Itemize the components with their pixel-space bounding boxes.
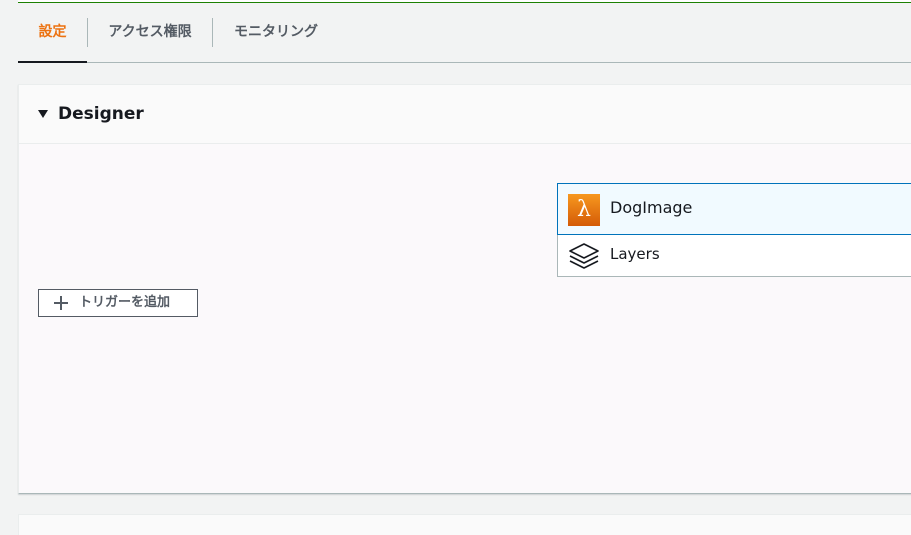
tab-monitoring[interactable]: モニタリング bbox=[213, 3, 339, 62]
designer-panel-header[interactable]: Designer bbox=[19, 85, 911, 144]
next-panel bbox=[18, 514, 911, 535]
designer-panel: Designer トリガーを追加 λ DogImage Layers bbox=[18, 84, 911, 494]
function-name: DogImage bbox=[610, 198, 693, 217]
layers-icon bbox=[569, 243, 599, 269]
lambda-icon: λ bbox=[568, 194, 600, 226]
layers-row[interactable]: Layers bbox=[558, 236, 911, 276]
tab-settings[interactable]: 設定 bbox=[18, 3, 87, 63]
function-card: λ DogImage Layers bbox=[557, 183, 911, 277]
plus-icon bbox=[54, 296, 68, 310]
add-trigger-label: トリガーを追加 bbox=[79, 295, 171, 310]
add-trigger-button[interactable]: トリガーを追加 bbox=[38, 289, 198, 317]
tab-bar: 設定 アクセス権限 モニタリング bbox=[18, 3, 911, 63]
caret-down-icon[interactable] bbox=[38, 110, 48, 118]
layers-label: Layers bbox=[610, 245, 660, 263]
function-row[interactable]: λ DogImage bbox=[557, 183, 911, 235]
tab-permissions[interactable]: アクセス権限 bbox=[88, 3, 212, 62]
panel-title: Designer bbox=[58, 104, 144, 124]
